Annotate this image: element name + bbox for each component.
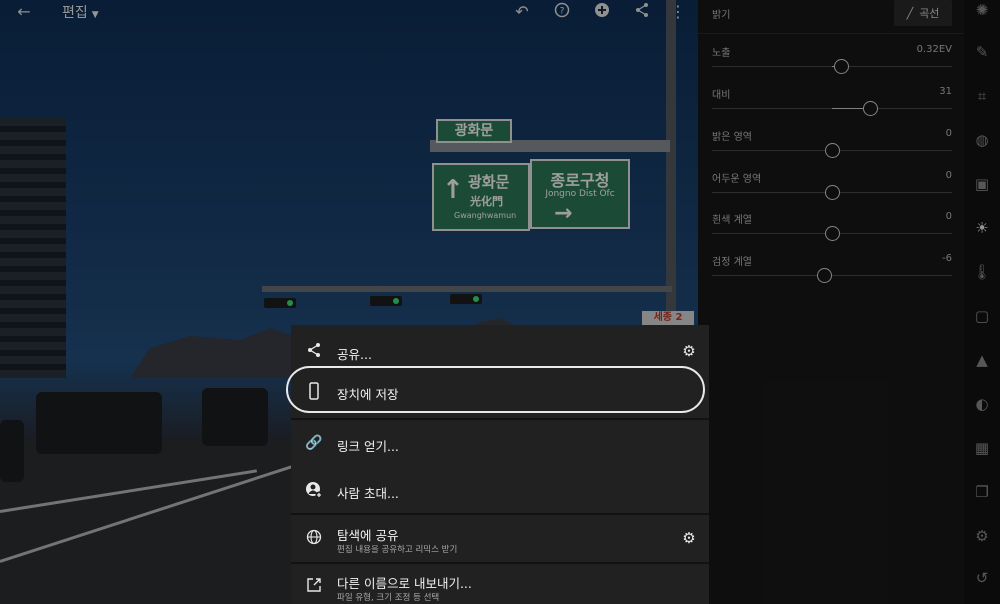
- menu-item-get-link[interactable]: 🔗 링크 얻기...: [291, 420, 709, 467]
- menu-label: 링크 얻기...: [337, 439, 399, 454]
- menu-item-share-to-discover[interactable]: 탐색에 공유 편집 내용을 공유하고 리믹스 받기 ⚙: [291, 515, 709, 561]
- gear-icon[interactable]: ⚙: [680, 342, 698, 360]
- menu-sublabel: 파일 유형, 크기 조정 등 선택: [337, 593, 440, 603]
- export-icon: [305, 577, 323, 595]
- share-icon: [305, 342, 323, 360]
- link-icon: 🔗: [305, 435, 323, 451]
- highlight-ring: [286, 366, 705, 413]
- menu-label: 다른 이름으로 내보내기...: [337, 576, 472, 591]
- gear-icon[interactable]: ⚙: [680, 529, 698, 547]
- add-person-icon: [305, 481, 323, 499]
- menu-sublabel: 편집 내용을 공유하고 리믹스 받기: [337, 545, 458, 555]
- menu-item-invite-people[interactable]: 사람 초대...: [291, 467, 709, 513]
- menu-label: 사람 초대...: [337, 486, 399, 501]
- globe-icon: [305, 529, 323, 547]
- menu-item-share[interactable]: 공유... ⚙: [291, 325, 709, 369]
- menu-label: 공유...: [337, 347, 372, 362]
- menu-item-export-as[interactable]: 다른 이름으로 내보내기... 파일 유형, 크기 조정 등 선택: [291, 564, 709, 604]
- menu-label: 탐색에 공유: [337, 528, 399, 543]
